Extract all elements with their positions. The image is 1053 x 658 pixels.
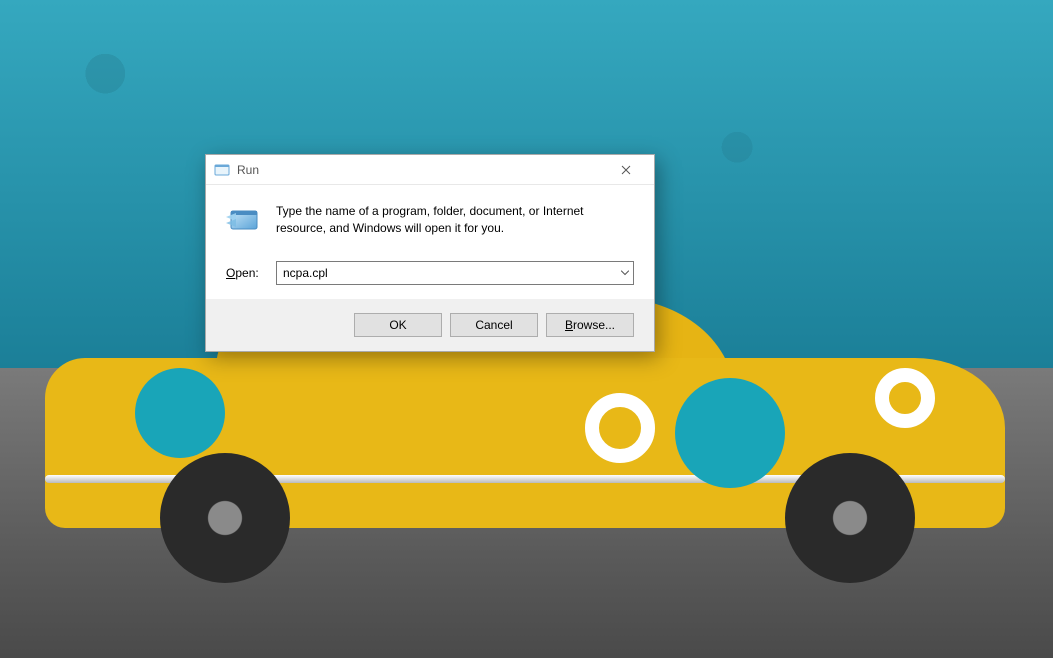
ok-button[interactable]: OK [354, 313, 442, 337]
button-bar: OK Cancel Browse... [206, 299, 654, 351]
run-titlebar-icon [214, 162, 230, 178]
open-label: Open: [226, 266, 266, 280]
dialog-title: Run [237, 163, 606, 177]
run-program-icon [226, 203, 262, 239]
cancel-button[interactable]: Cancel [450, 313, 538, 337]
dialog-body: Type the name of a program, folder, docu… [206, 185, 654, 299]
close-icon [621, 165, 631, 175]
dialog-description: Type the name of a program, folder, docu… [276, 203, 634, 237]
open-input[interactable] [276, 261, 634, 285]
browse-button[interactable]: Browse... [546, 313, 634, 337]
run-dialog: Run [205, 154, 655, 352]
open-combobox[interactable] [276, 261, 634, 285]
close-button[interactable] [606, 155, 646, 185]
titlebar[interactable]: Run [206, 155, 654, 185]
